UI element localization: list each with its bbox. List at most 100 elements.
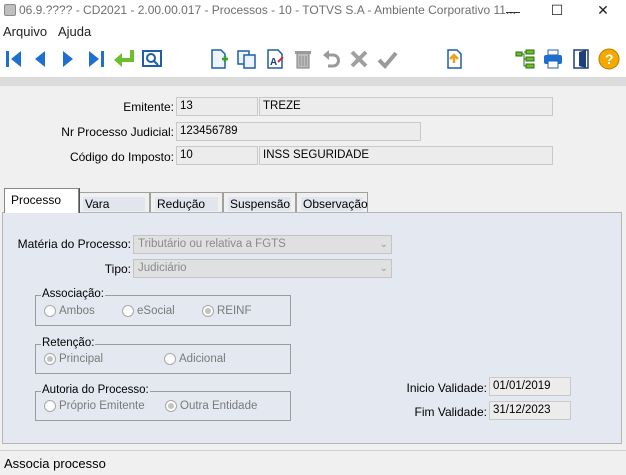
confirm-button[interactable] (375, 47, 399, 71)
nr-processo-label: Nr Processo Judicial: (61, 125, 174, 139)
tab-strip: Processo Vara Redução Suspensão Observaç… (0, 187, 626, 213)
svg-text:?: ? (605, 51, 614, 67)
return-button[interactable] (112, 47, 136, 71)
header-form: Emitente: 13 TREZE Nr Processo Judicial:… (0, 86, 626, 179)
autoria-title: Autoria do Processo: (41, 384, 150, 396)
menu-bar: Arquivo Ajuda (0, 21, 626, 41)
first-record-button[interactable] (2, 47, 26, 71)
print-button[interactable] (541, 47, 565, 71)
menu-arquivo[interactable]: Arquivo (3, 24, 47, 39)
export-icon (447, 49, 462, 69)
last-record-button[interactable] (84, 47, 108, 71)
undo-button[interactable] (319, 47, 343, 71)
retencao-group: Retenção: Principal Adicional (35, 337, 291, 374)
cancel-button[interactable] (347, 47, 371, 71)
inicio-validade-field[interactable]: 01/01/2019 (489, 377, 571, 396)
imposto-code-field[interactable]: 10 (176, 146, 258, 165)
chevron-down-icon: ⌄ (379, 239, 388, 250)
hierarchy-button[interactable] (513, 47, 537, 71)
minimize-icon: — (506, 2, 520, 19)
autoria-outra-radio[interactable]: Outra Entidade (165, 400, 257, 412)
codigo-imposto-label: Código do Imposto: (69, 150, 174, 164)
radio-selected-icon (165, 400, 177, 412)
autoria-proprio-radio[interactable]: Próprio Emitente (44, 400, 145, 412)
autoria-group: Autoria do Processo: Próprio Emitente Ou… (35, 384, 291, 421)
edit-button[interactable]: A (263, 47, 287, 71)
fim-validade-field[interactable]: 31/12/2023 (489, 401, 571, 420)
menu-ajuda[interactable]: Ajuda (58, 24, 91, 39)
emitente-label: Emitente: (123, 100, 174, 114)
close-icon: ✕ (597, 2, 609, 18)
tab-panel-processo: Matéria do Processo: Tributário ou relat… (2, 212, 622, 444)
associacao-group: Associação: Ambos eSocial REINF (35, 288, 291, 326)
svg-text:A: A (270, 57, 277, 68)
edit-icon: A (267, 49, 284, 69)
undo-icon (323, 50, 340, 68)
help-icon: ? (598, 48, 620, 70)
title-bar: 06.9.???? - CD2021 - 2.00.00.017 - Proce… (0, 0, 626, 21)
cancel-icon (350, 50, 368, 68)
next-record-icon (63, 51, 73, 67)
exit-icon (573, 49, 589, 69)
app-icon (4, 4, 16, 16)
toolbar: A ? (0, 41, 626, 78)
imposto-name-field: INSS SEGURIDADE (259, 146, 553, 165)
window-title: 06.9.???? - CD2021 - 2.00.00.017 - Proce… (19, 3, 516, 17)
search-icon (142, 50, 162, 67)
help-button[interactable]: ? (597, 47, 621, 71)
nr-processo-field[interactable]: 123456789 (176, 122, 421, 141)
materia-label: Matéria do Processo: (17, 237, 131, 251)
previous-record-button[interactable] (28, 47, 52, 71)
print-icon (544, 49, 562, 69)
last-record-icon (89, 51, 104, 67)
retencao-title: Retenção: (41, 337, 96, 349)
radio-selected-icon (44, 353, 56, 365)
tipo-combo[interactable]: Judiciário ⌄ (133, 259, 392, 278)
previous-record-icon (35, 51, 45, 67)
copy-icon (237, 50, 256, 69)
new-record-button[interactable] (207, 47, 231, 71)
delete-button[interactable] (291, 47, 315, 71)
tab-vara[interactable]: Vara (78, 192, 150, 213)
retencao-principal-radio[interactable]: Principal (44, 353, 103, 365)
radio-icon (44, 400, 56, 412)
associacao-esocial-radio[interactable]: eSocial (122, 305, 175, 317)
return-icon (114, 50, 134, 67)
header-separator (0, 78, 626, 86)
fim-validade-label: Fim Validade: (414, 405, 487, 419)
radio-icon (122, 305, 134, 317)
confirm-icon (377, 51, 398, 69)
first-record-icon (6, 51, 21, 67)
associacao-ambos-radio[interactable]: Ambos (44, 305, 95, 317)
tipo-label: Tipo: (104, 262, 131, 276)
emitente-code-field[interactable]: 13 (176, 97, 258, 116)
hierarchy-icon (515, 49, 535, 69)
materia-combo[interactable]: Tributário ou relativa a FGTS ⌄ (133, 235, 392, 254)
associacao-reinf-radio[interactable]: REINF (202, 305, 252, 317)
retencao-adicional-radio[interactable]: Adicional (164, 353, 226, 365)
associacao-title: Associação: (41, 288, 106, 300)
exit-button[interactable] (569, 47, 593, 71)
inicio-validade-label: Inicio Validade: (406, 381, 488, 395)
delete-icon (295, 51, 311, 69)
maximize-button[interactable]: ☐ (534, 0, 580, 21)
radio-icon (44, 305, 56, 317)
tab-suspensao[interactable]: Suspensão (223, 192, 296, 213)
close-button[interactable]: ✕ (580, 0, 626, 21)
export-button[interactable] (442, 47, 466, 71)
emitente-name-field: TREZE (259, 97, 553, 116)
next-record-button[interactable] (56, 47, 80, 71)
status-bar: Associa processo (0, 450, 626, 475)
radio-icon (164, 353, 176, 365)
chevron-down-icon: ⌄ (379, 263, 388, 274)
minimize-button[interactable]: — (490, 0, 536, 21)
tab-processo[interactable]: Processo (4, 188, 79, 213)
radio-selected-icon (202, 305, 214, 317)
copy-button[interactable] (235, 47, 259, 71)
status-text: Associa processo (4, 456, 106, 471)
new-record-icon (211, 49, 228, 69)
tab-reducao[interactable]: Redução (150, 192, 223, 213)
search-button[interactable] (140, 47, 164, 71)
tab-observacao[interactable]: Observação (296, 192, 368, 213)
maximize-icon: ☐ (550, 2, 564, 18)
